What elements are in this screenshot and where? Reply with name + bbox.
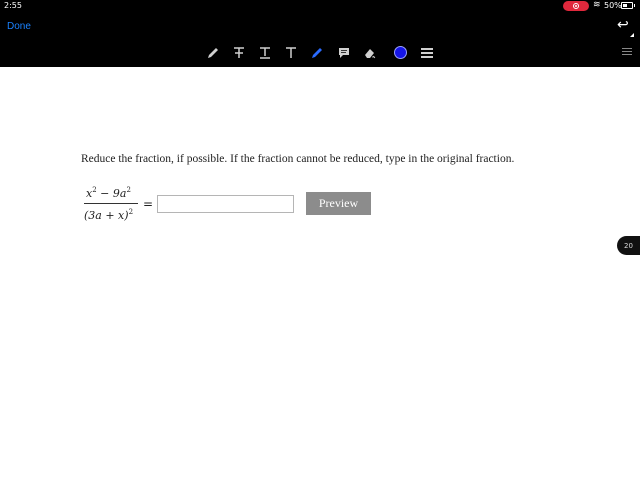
page-number-badge[interactable]: 20 [617, 236, 640, 255]
preview-button[interactable]: Preview [306, 192, 371, 215]
eraser-icon[interactable] [362, 43, 378, 63]
resize-corner-icon [630, 33, 634, 37]
status-time: 2:55 [4, 1, 22, 10]
comment-icon[interactable] [337, 43, 351, 63]
markup-tools [0, 43, 640, 63]
text-underline-icon[interactable] [258, 43, 272, 63]
fraction-numerator: x2 − 9a2 [86, 186, 131, 200]
done-button[interactable]: Done [7, 21, 31, 32]
undo-icon[interactable]: ↩ [617, 17, 629, 33]
highlighter-icon[interactable] [310, 43, 324, 63]
menu-icon[interactable] [421, 48, 433, 58]
color-picker-button[interactable] [394, 46, 407, 59]
fraction-denominator: (3a + x)2 [84, 208, 134, 222]
pen-icon[interactable] [206, 43, 220, 63]
equals-sign: = [143, 197, 154, 211]
fraction-bar [84, 203, 138, 204]
record-icon [573, 3, 579, 9]
text-strikethrough-icon[interactable] [232, 43, 246, 63]
problem-instruction: Reduce the fraction, if possible. If the… [81, 153, 515, 165]
screen-record-indicator[interactable] [563, 1, 589, 11]
status-bar: 2:55 ≋ 50% [0, 0, 640, 14]
text-icon[interactable] [284, 43, 298, 63]
battery-percent: 50% [604, 1, 622, 10]
list-icon[interactable] [622, 48, 632, 58]
battery-icon [621, 2, 635, 9]
answer-input[interactable] [157, 195, 294, 213]
top-toolbar: 2:55 ≋ 50% Done ↩ [0, 0, 640, 67]
wifi-icon: ≋ [593, 0, 601, 10]
battery-fill [623, 4, 627, 7]
